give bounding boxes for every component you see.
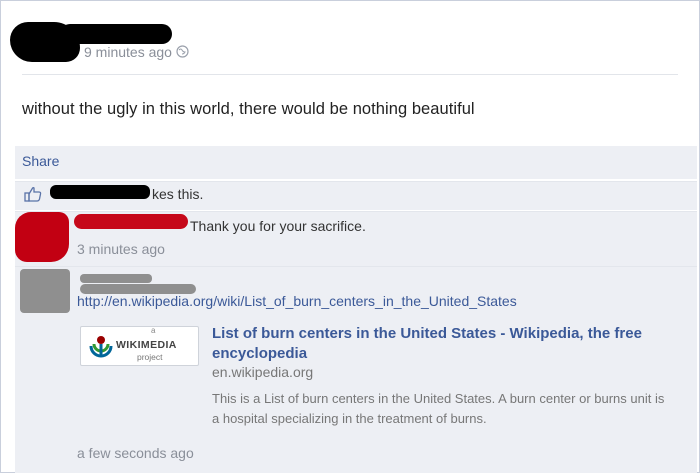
redacted-commenter-name[interactable]: [80, 274, 152, 283]
wikimedia-logo[interactable]: a WIKIMEDIA project: [80, 326, 199, 366]
comment-timestamp[interactable]: 3 minutes ago: [77, 241, 165, 257]
status-text: without the ugly in this world, there wo…: [22, 100, 475, 118]
link-preview-title[interactable]: List of burn centers in the United State…: [212, 324, 692, 364]
avatar[interactable]: [20, 269, 70, 313]
action-bar: [15, 146, 697, 179]
comment-link[interactable]: http://en.wikipedia.org/wiki/List_of_bur…: [77, 293, 517, 309]
globe-icon: [176, 45, 189, 58]
redacted-commenter-name[interactable]: [74, 214, 188, 229]
link-preview-description: This is a List of burn centers in the Un…: [212, 391, 665, 426]
wikimedia-icon: [89, 336, 113, 358]
logo-small-text: a: [151, 326, 156, 335]
share-button[interactable]: Share: [22, 153, 59, 169]
likes-text: kes this.: [152, 186, 204, 202]
thumbs-up-icon: [24, 187, 42, 202]
divider: [22, 74, 678, 75]
comment-text: Thank you for your sacrifice.: [190, 218, 366, 234]
comment-timestamp[interactable]: a few seconds ago: [77, 445, 194, 461]
redacted-author-name[interactable]: [60, 24, 172, 44]
post-timestamp[interactable]: 9 minutes ago: [84, 44, 172, 60]
logo-subtext: project: [137, 352, 163, 362]
link-preview-domain: en.wikipedia.org: [212, 364, 314, 380]
redacted-likers[interactable]: [50, 185, 150, 199]
logo-text: WIKIMEDIA: [116, 339, 177, 351]
avatar[interactable]: [15, 212, 69, 262]
